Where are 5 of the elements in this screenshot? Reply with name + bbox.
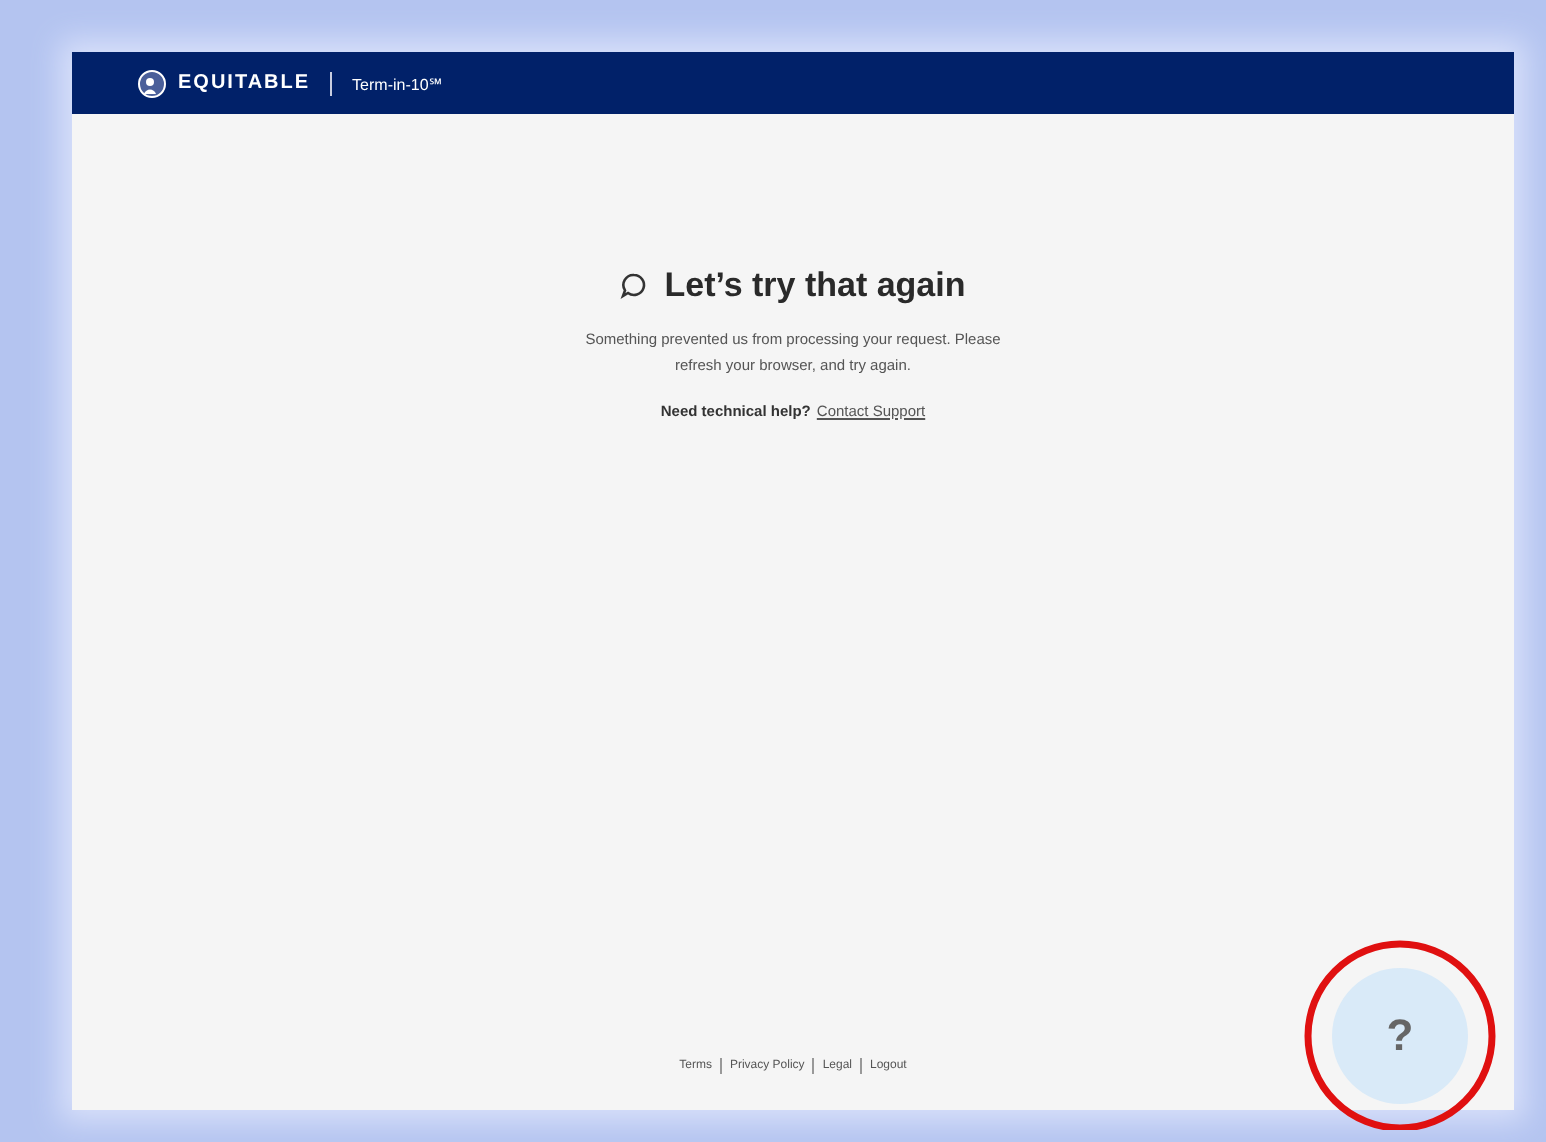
product-name: Term-in-10℠ xyxy=(352,74,441,94)
logo-icon xyxy=(138,69,166,97)
speech-bubble-icon xyxy=(620,272,649,300)
brand-name: EQUITABLE xyxy=(178,72,311,94)
error-title: Let’s try that again xyxy=(664,266,966,306)
